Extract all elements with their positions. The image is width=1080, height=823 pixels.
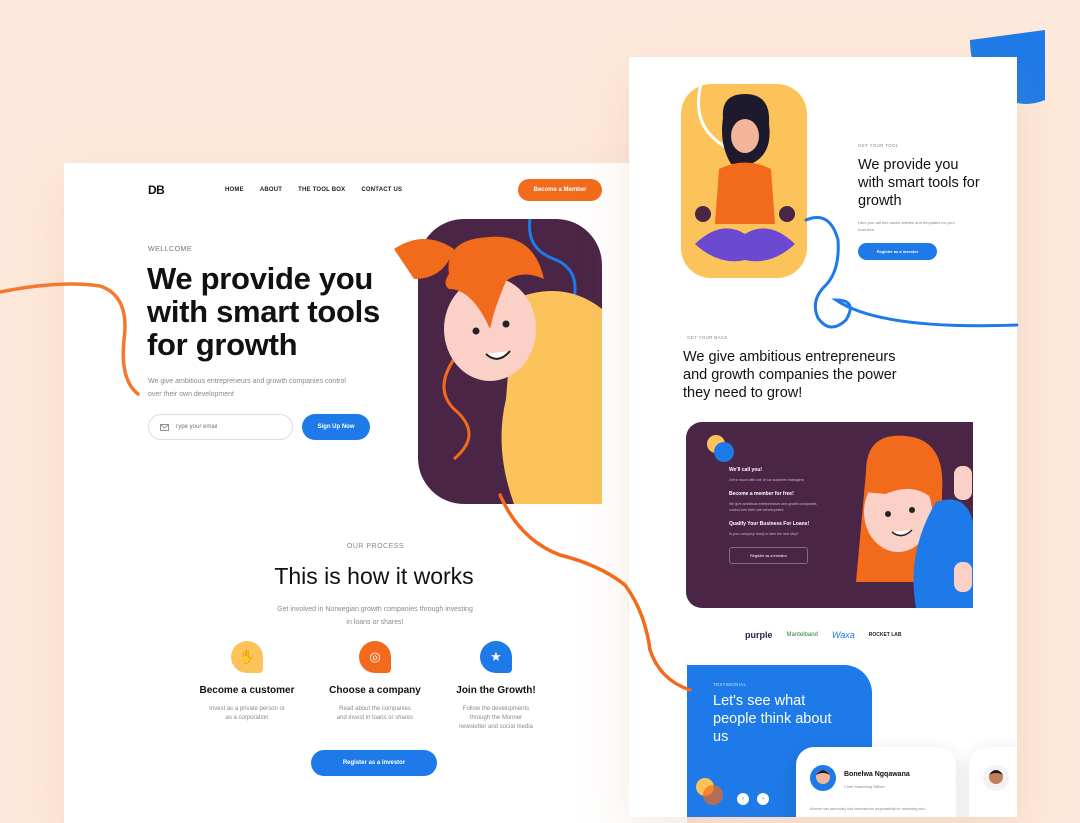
nav-home[interactable]: HOME — [225, 187, 244, 193]
email-input[interactable] — [173, 423, 287, 431]
decor-circles-icon — [707, 435, 734, 462]
hand-icon: ✋ — [231, 641, 263, 673]
become-member-button[interactable]: Become a Member — [518, 179, 602, 201]
partner-logo: Waxa — [831, 630, 855, 640]
landing-page: DB HOME ABOUT THE TOOL BOX CONTACT US Be… — [64, 163, 687, 823]
main-nav: HOME ABOUT THE TOOL BOX CONTACT US — [225, 187, 402, 193]
step-title: Join the Growth! — [456, 685, 536, 696]
testimonial-eyebrow: TESTIMONIAL — [713, 682, 747, 687]
member-heading: Become a member for free! — [729, 491, 794, 497]
process-title: This is how it works — [274, 563, 474, 589]
detail-eyebrow: GET YOUR TOOL — [858, 143, 899, 148]
avatar — [810, 765, 836, 791]
hero-illustration — [394, 219, 602, 504]
step-desc: Follow the developments through the Monn… — [458, 706, 534, 730]
detail-eyebrow-2: GET YOUR BACK — [687, 335, 728, 340]
step-become-customer: ✋ Become a customer Invest as a private … — [187, 641, 307, 723]
step-title: Choose a company — [329, 685, 421, 696]
partner-logos: purple Mantelband Waxa ROCKET LAB — [745, 630, 902, 640]
avatar — [983, 765, 1009, 791]
hero-title: We provide you with smart tools for grow… — [147, 261, 380, 362]
sign-up-button[interactable]: Sign Up Now — [302, 414, 370, 440]
step-desc: Read about the companies and invest in l… — [336, 706, 414, 721]
step-choose-company: ◎ Choose a company Read about the compan… — [315, 641, 435, 723]
loans-text: Is your company ready to take the next s… — [729, 532, 799, 536]
testimonial-item — [969, 747, 1017, 817]
process-eyebrow: OUR PROCESS — [346, 543, 405, 550]
detail-title: We provide you with smart tools for grow… — [858, 157, 980, 209]
email-field[interactable] — [148, 414, 293, 440]
prev-arrow-icon[interactable]: ‹ — [737, 793, 749, 805]
call-heading: We'll call you! — [729, 467, 763, 473]
testimonial-title: Let's see what people think about us — [713, 693, 832, 745]
hero-subtitle: We give ambitious entrepreneurs and grow… — [148, 378, 346, 398]
call-text: Get in touch with one of our customer ma… — [729, 478, 804, 482]
partner-logo: ROCKET LAB — [868, 632, 902, 638]
logo[interactable]: DB — [148, 183, 165, 197]
process-subtitle: Get involved in Norwegian growth compani… — [277, 606, 473, 626]
nav-contact[interactable]: CONTACT US — [361, 187, 402, 193]
detail-subtitle: Here you will find useful articles and t… — [858, 220, 955, 232]
target-icon: ◎ — [359, 641, 391, 673]
nav-toolbox[interactable]: THE TOOL BOX — [298, 187, 345, 193]
loans-heading: Qualify Your Business For Loans! — [729, 521, 810, 527]
partner-logo: purple — [745, 630, 773, 640]
mail-icon — [160, 423, 169, 431]
hero-eyebrow: WELLCOME — [148, 246, 193, 253]
detail-page: GET YOUR TOOL We provide you with smart … — [629, 57, 1017, 817]
member-text: We give ambitious entrepreneurs and grow… — [729, 502, 817, 512]
testimonial-role: Chief Marketing Officer — [844, 784, 885, 789]
next-arrow-icon[interactable]: › — [757, 793, 769, 805]
nav-about[interactable]: ABOUT — [260, 187, 282, 193]
step-join-growth: ★ Join the Growth! Follow the developmen… — [436, 641, 556, 732]
testimonial-item: Bonelwa Ngqawana Chief Marketing Officer… — [796, 747, 956, 817]
meditation-illustration — [681, 84, 807, 278]
register-investor-button[interactable]: Register as a investor — [858, 243, 937, 260]
step-title: Become a customer — [199, 685, 295, 696]
callback-register-button[interactable]: Register as a investor — [729, 547, 808, 564]
detail-title-2: We give ambitious entrepreneurs and grow… — [683, 349, 897, 401]
decor-circles-icon — [696, 778, 723, 805]
waving-person-illustration — [856, 435, 973, 608]
testimonial-name: Bonelwa Ngqawana — [844, 771, 910, 778]
step-desc: Invest as a private person or as a corpo… — [209, 706, 285, 721]
callback-card: We'll call you! Get in touch with one of… — [686, 422, 973, 608]
register-investor-button[interactable]: Register as a investor — [311, 750, 437, 776]
partner-logo: Mantelband — [786, 632, 818, 638]
star-icon: ★ — [480, 641, 512, 673]
